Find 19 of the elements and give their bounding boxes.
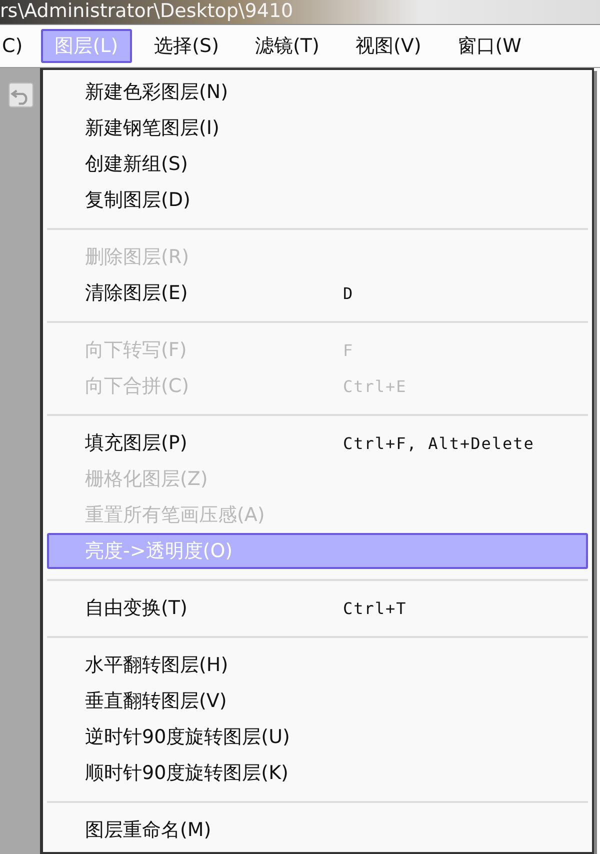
menu-bar-item[interactable]: C) [0,31,29,61]
window-title: rs\Administrator\Desktop\9410 [0,0,294,22]
menu-item[interactable]: 新建钢笔图层(I) [47,110,588,146]
menu-item[interactable]: 复制图层(D) [47,182,588,218]
menu-item[interactable]: 自由变换(T) Ctrl+T [47,590,588,626]
menu-bar-item[interactable]: 选择(S) [140,29,233,63]
menu-item[interactable]: 水平翻转图层(H) [47,647,588,683]
menu-item[interactable]: 垂直翻转图层(V) [47,683,588,719]
menu-bar-item[interactable]: 窗口(W [443,29,536,63]
menu-item[interactable]: 逆时针90度旋转图层(U) [47,719,588,755]
menu-item[interactable]: 顺时针90度旋转图层(K) [47,755,588,791]
menu-item[interactable]: 图层重命名(M) [47,812,588,848]
menu-bar-item[interactable]: 视图(V) [341,29,436,63]
menu-item[interactable]: 创建新组(S) [47,146,588,182]
menu-item[interactable]: 清除图层(E) D [47,275,588,311]
menu-item[interactable]: 新建色彩图层(N) [47,74,588,110]
undo-icon[interactable] [8,82,34,108]
menu-bar-item[interactable]: 滤镜(T) [241,29,334,63]
menu-item[interactable]: 填充图层(P) Ctrl+F, Alt+Delete [47,425,588,461]
